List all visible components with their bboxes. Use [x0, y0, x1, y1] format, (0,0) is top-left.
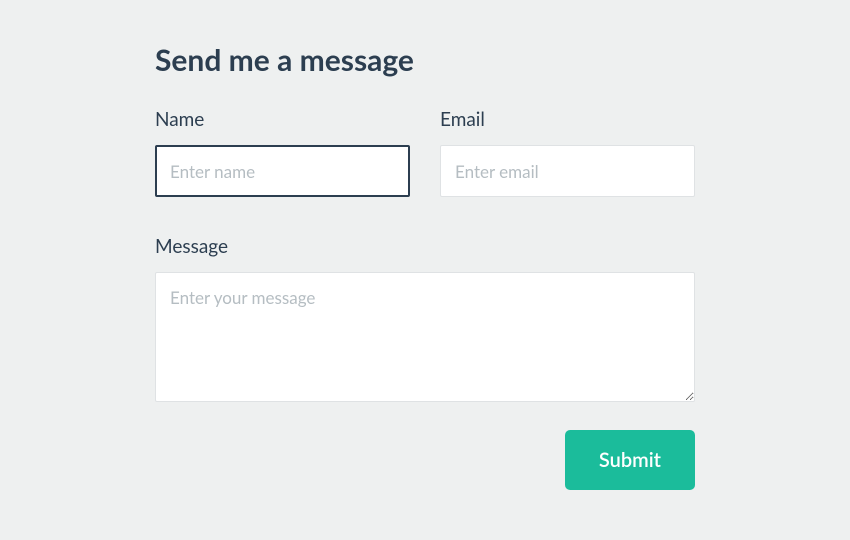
- email-label: Email: [440, 108, 695, 131]
- form-title: Send me a message: [155, 42, 695, 78]
- name-label: Name: [155, 108, 410, 131]
- submit-button[interactable]: Submit: [565, 430, 695, 490]
- name-field-group: Name: [155, 108, 410, 197]
- name-input[interactable]: [155, 145, 410, 197]
- email-field-group: Email: [440, 108, 695, 197]
- name-email-row: Name Email: [155, 108, 695, 197]
- message-label: Message: [155, 235, 695, 258]
- message-field-group: Message: [155, 235, 695, 402]
- message-textarea[interactable]: [155, 272, 695, 402]
- form-actions: Submit: [155, 430, 695, 490]
- email-input[interactable]: [440, 145, 695, 197]
- contact-form-container: Send me a message Name Email Message Sub…: [0, 0, 850, 490]
